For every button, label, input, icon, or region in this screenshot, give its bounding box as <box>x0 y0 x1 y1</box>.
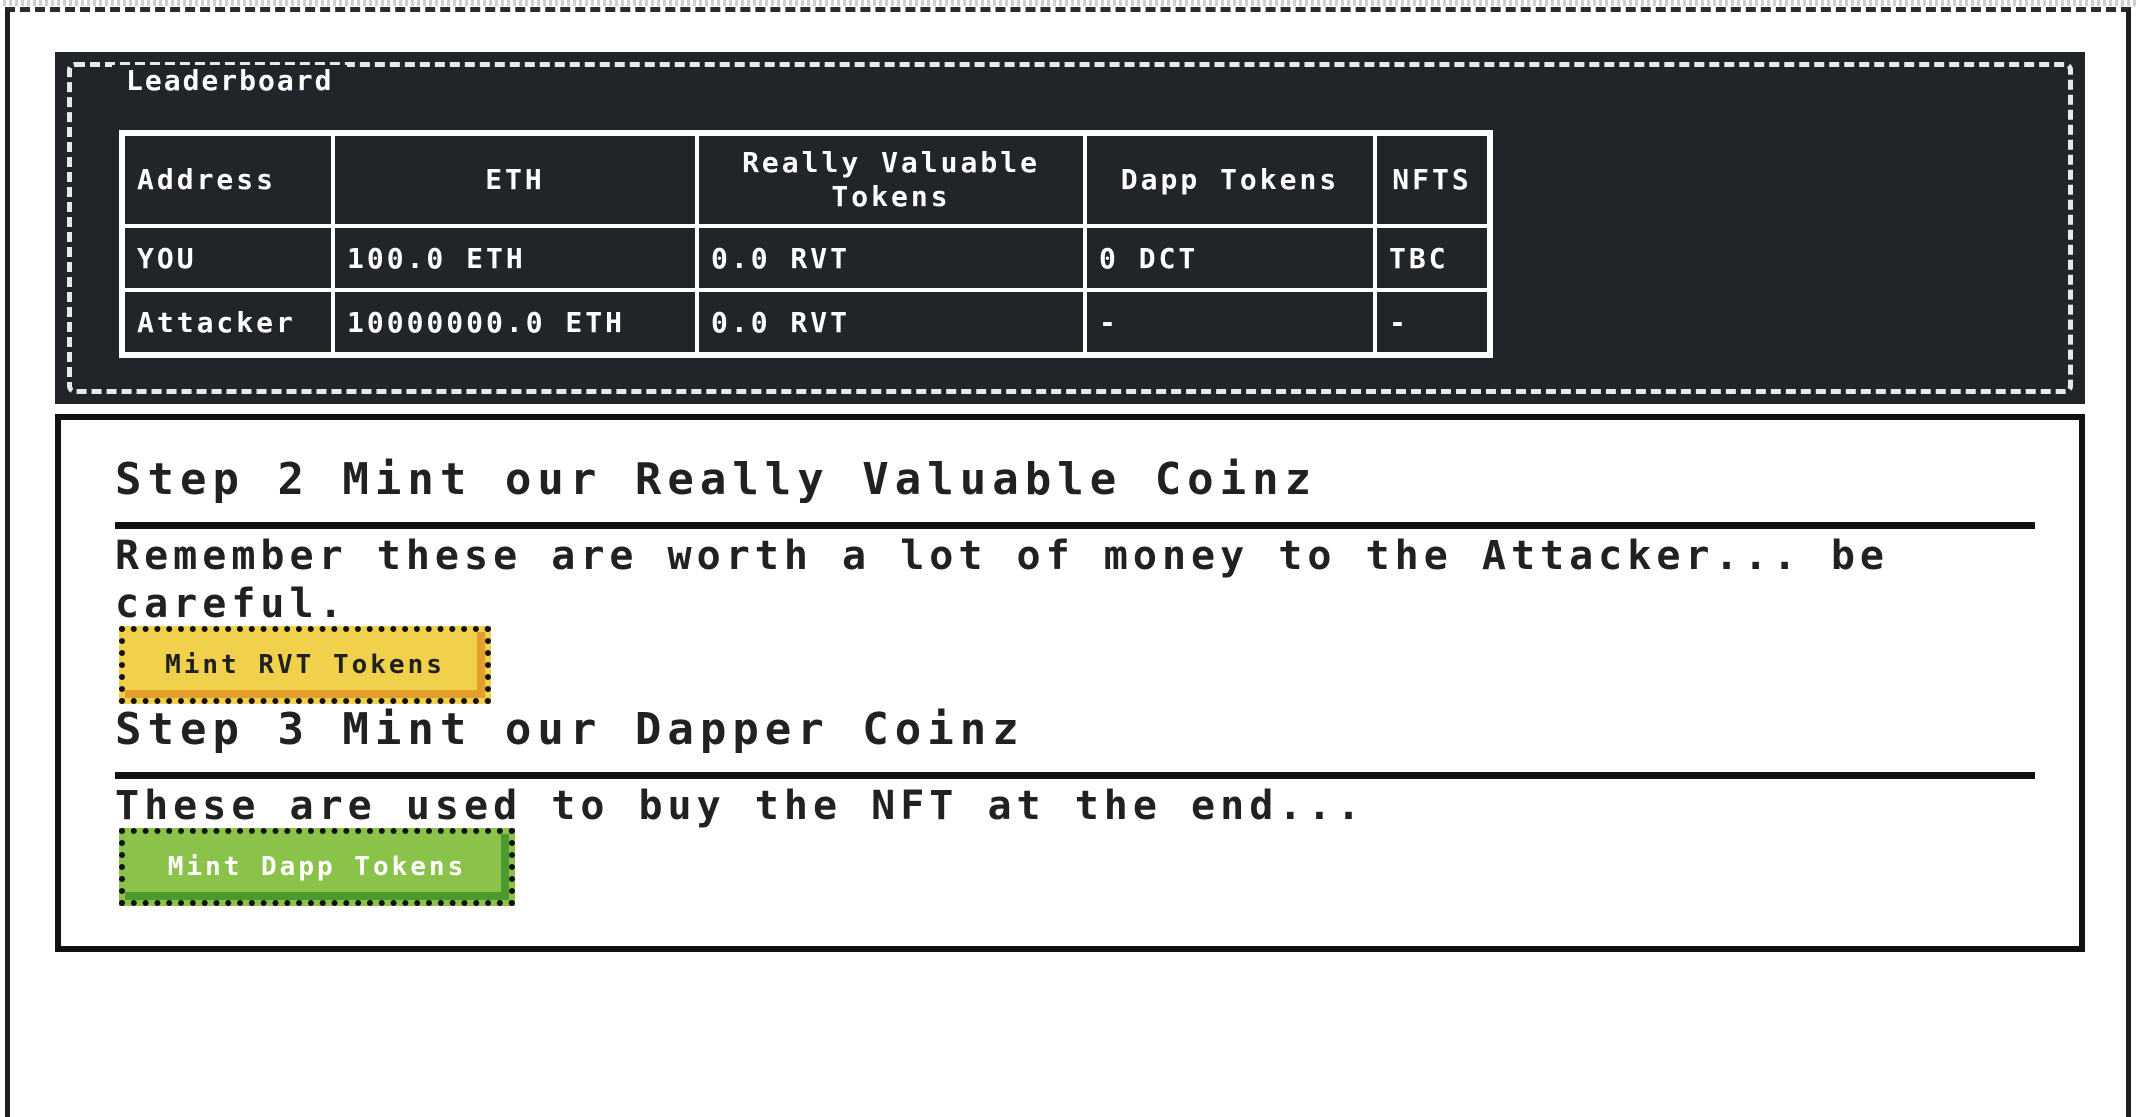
cell-eth: 10000000.0 ETH <box>335 292 695 352</box>
step3-divider <box>115 772 2035 779</box>
header-nfts: NFTS <box>1377 136 1487 224</box>
step2-description: Remember these are worth a lot of money … <box>115 533 1890 627</box>
header-eth: ETH <box>335 136 695 224</box>
leaderboard-title: Leaderboard <box>112 65 348 97</box>
table-header-row: Address ETH Really Valuable Tokens Dapp … <box>125 136 1487 224</box>
step3-title: Step 3 Mint our Dapper Coinz <box>115 704 1025 755</box>
cell-dct: - <box>1087 292 1373 352</box>
cell-address: YOU <box>125 228 331 288</box>
mint-rvt-button[interactable]: Mint RVT Tokens <box>119 626 491 704</box>
header-rvt: Really Valuable Tokens <box>699 136 1083 224</box>
cell-rvt: 0.0 RVT <box>699 292 1083 352</box>
mint-dapp-button[interactable]: Mint Dapp Tokens <box>119 828 515 906</box>
top-border-decoration <box>0 0 2136 6</box>
header-dapp-tokens: Dapp Tokens <box>1087 136 1373 224</box>
cell-nfts: - <box>1377 292 1487 352</box>
step2-title: Step 2 Mint our Really Valuable Coinz <box>115 454 1318 505</box>
header-address: Address <box>125 136 331 224</box>
table-row: Attacker 10000000.0 ETH 0.0 RVT - - <box>125 292 1487 352</box>
cell-eth: 100.0 ETH <box>335 228 695 288</box>
cell-address: Attacker <box>125 292 331 352</box>
leaderboard-panel: Leaderboard Address ETH Really Valuable … <box>55 52 2085 404</box>
cell-dct: 0 DCT <box>1087 228 1373 288</box>
cell-nfts: TBC <box>1377 228 1487 288</box>
table-row: YOU 100.0 ETH 0.0 RVT 0 DCT TBC <box>125 228 1487 288</box>
cell-rvt: 0.0 RVT <box>699 228 1083 288</box>
step3-description: These are used to buy the NFT at the end… <box>115 783 1366 829</box>
leaderboard-table: Address ETH Really Valuable Tokens Dapp … <box>119 130 1493 358</box>
step2-divider <box>115 522 2035 529</box>
steps-panel: Step 2 Mint our Really Valuable Coinz Re… <box>55 414 2085 952</box>
